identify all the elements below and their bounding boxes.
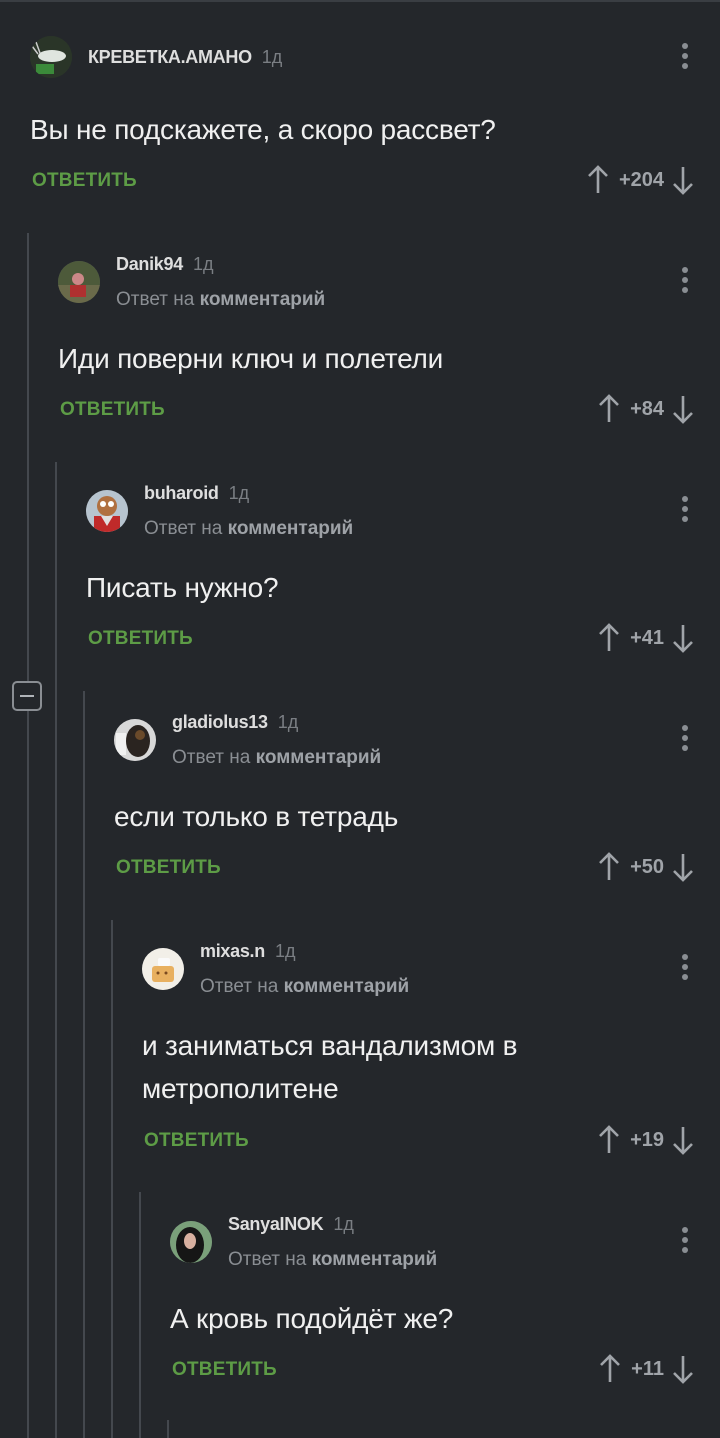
username[interactable]: Danik94 [116, 254, 183, 275]
upvote-icon[interactable] [598, 852, 620, 882]
reply-button[interactable]: ОТВЕТИТЬ [88, 628, 193, 650]
reply-to-prefix: Ответ на [172, 746, 251, 768]
timestamp: 1д [333, 1213, 354, 1234]
avatar[interactable] [58, 261, 100, 303]
thread-line[interactable] [27, 233, 29, 1438]
reply-to-link[interactable]: комментарий [200, 289, 326, 310]
thread-line[interactable] [83, 691, 85, 1438]
vote-score: +204 [618, 168, 664, 191]
vote-score: +19 [630, 1128, 664, 1151]
avatar[interactable] [142, 948, 184, 990]
more-options-icon[interactable] [682, 954, 688, 980]
thread-line[interactable] [55, 462, 57, 1438]
reply-to-link[interactable]: комментарий [228, 518, 354, 539]
timestamp: 1д [228, 482, 250, 503]
avatar[interactable] [86, 490, 128, 532]
reply-button[interactable]: ОТВЕТИТЬ [32, 170, 137, 192]
vote-score: +50 [630, 855, 664, 878]
avatar[interactable] [170, 1221, 212, 1263]
downvote-icon[interactable] [672, 1354, 694, 1384]
reply-to-prefix: Ответ на [144, 517, 223, 539]
downvote-icon[interactable] [672, 623, 694, 653]
reply-button[interactable]: ОТВЕТИТЬ [116, 857, 221, 879]
downvote-icon[interactable] [672, 394, 694, 424]
thread-line[interactable] [139, 1192, 141, 1438]
comment-text: Вы не подскажете, а скоро рассвет? [30, 114, 496, 145]
downvote-icon[interactable] [672, 852, 694, 882]
comment-text: если только в тетрадь [114, 801, 399, 832]
downvote-icon[interactable] [672, 1125, 694, 1155]
username[interactable]: gladiolus13 [172, 712, 268, 733]
avatar[interactable] [114, 719, 156, 761]
comment-text: и заниматься вандализмом в метрополитене [142, 1030, 518, 1104]
more-options-icon[interactable] [682, 725, 688, 751]
comment-text: Иди поверни ключ и полетели [58, 343, 444, 374]
upvote-icon[interactable] [587, 165, 609, 195]
thread-line[interactable] [167, 1420, 169, 1438]
reply-to-link[interactable]: комментарий [256, 747, 382, 768]
upvote-icon[interactable] [598, 394, 620, 424]
username[interactable]: buharoid [144, 483, 219, 504]
vote-score: +11 [631, 1357, 664, 1380]
avatar[interactable] [30, 36, 72, 78]
reply-to-link[interactable]: комментарий [284, 976, 410, 997]
timestamp: 1д [261, 46, 283, 67]
reply-to-prefix: Ответ на [228, 1248, 307, 1270]
reply-button[interactable]: ОТВЕТИТЬ [172, 1359, 277, 1381]
username[interactable]: mixas.n [200, 941, 265, 962]
reply-to-prefix: Ответ на [116, 288, 195, 310]
reply-button[interactable]: ОТВЕТИТЬ [60, 399, 165, 421]
thread-line[interactable] [111, 920, 113, 1438]
username[interactable]: SanyaINOK [228, 1214, 324, 1235]
vote-score: +41 [630, 626, 664, 649]
reply-button[interactable]: ОТВЕТИТЬ [144, 1130, 249, 1152]
upvote-icon[interactable] [599, 1354, 621, 1384]
vote-score: +84 [630, 397, 664, 420]
username[interactable]: КРЕВЕТКА.АМАНО [88, 47, 252, 68]
more-options-icon[interactable] [682, 43, 688, 69]
comment-text: Писать нужно? [86, 572, 279, 603]
more-options-icon[interactable] [682, 267, 688, 293]
more-options-icon[interactable] [682, 496, 688, 522]
timestamp: 1д [277, 711, 299, 732]
upvote-icon[interactable] [598, 1125, 620, 1155]
collapse-thread-button[interactable] [12, 681, 42, 711]
reply-to-prefix: Ответ на [200, 975, 279, 997]
downvote-icon[interactable] [672, 165, 694, 195]
upvote-icon[interactable] [598, 623, 620, 653]
top-divider [0, 0, 720, 2]
more-options-icon[interactable] [682, 1227, 688, 1253]
reply-to-link[interactable]: комментарий [312, 1249, 438, 1270]
minus-icon [20, 695, 34, 697]
timestamp: 1д [192, 253, 214, 274]
timestamp: 1д [274, 940, 296, 961]
comment-text: А кровь подойдёт же? [170, 1303, 454, 1334]
